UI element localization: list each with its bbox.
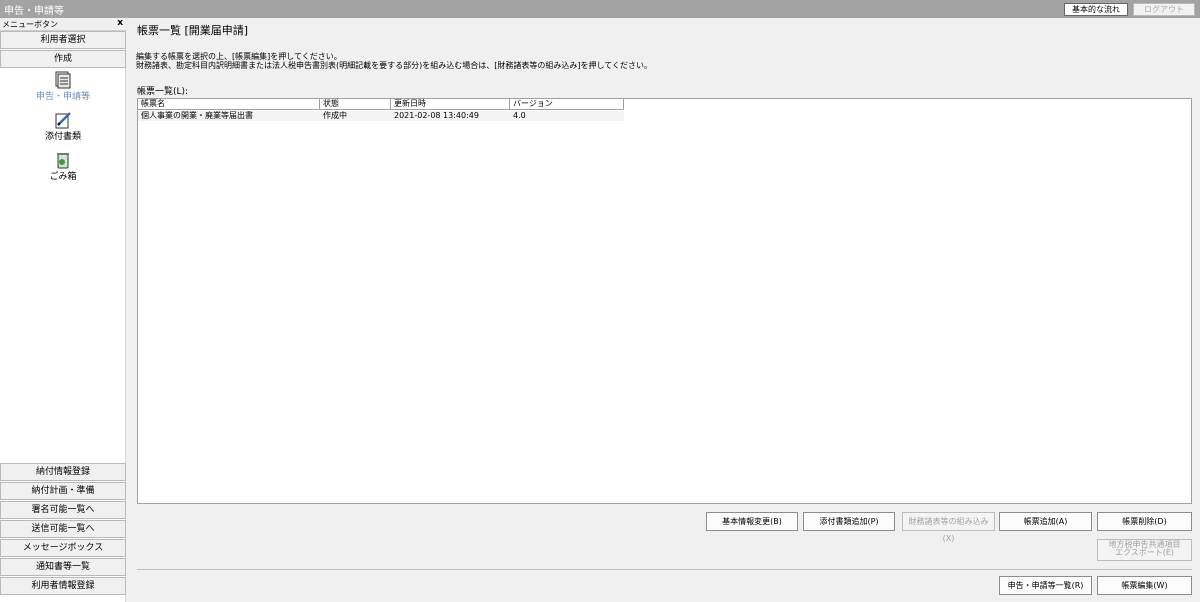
sidebar-item-label: ごみ箱 <box>49 172 77 182</box>
add-attachment-button[interactable]: 添付書類追加(P) <box>803 512 895 531</box>
row-name: 個人事業の開業・廃業等届出書 <box>141 111 253 120</box>
user-info-button[interactable]: 利用者情報登録 <box>0 577 126 595</box>
list-label: 帳票一覧(L): <box>137 87 189 97</box>
sidebar-item-label: 添付書類 <box>44 132 81 142</box>
table-row[interactable]: 個人事業の開業・廃業等届出書 作成中 2021-02-08 13:40:49 4… <box>138 111 624 121</box>
main-panel: 帳票一覧 [開業届申請] 編集する帳票を選択の上、[帳票編集]を押してください。… <box>127 18 1200 602</box>
sidebar-item-attachments[interactable]: 添付書類 <box>0 111 126 145</box>
financial-import-button[interactable]: 財務諸表等の組み込み(X) <box>902 512 995 543</box>
column-header-status[interactable]: 状態 <box>320 99 391 110</box>
message-box-button[interactable]: メッセージボックス <box>0 539 126 557</box>
trash-icon <box>57 153 69 169</box>
sendable-list-button[interactable]: 送信可能一覧へ <box>0 520 126 538</box>
menu-label: メニューボタン <box>2 20 58 29</box>
basic-flow-button[interactable]: 基本的な流れ <box>1064 3 1128 16</box>
edit-form-button[interactable]: 帳票編集(W) <box>1097 576 1192 595</box>
row-updated: 2021-02-08 13:40:49 <box>394 111 479 120</box>
delete-form-button[interactable]: 帳票削除(D) <box>1097 512 1192 531</box>
payment-info-button[interactable]: 納付情報登録 <box>0 463 126 481</box>
export-label-line2: エクスポート(E) <box>1114 548 1175 557</box>
page-title: 帳票一覧 [開業届申請] <box>137 24 249 37</box>
declaration-list-button[interactable]: 申告・申請等一覧(R) <box>999 576 1092 595</box>
signable-list-button[interactable]: 署名可能一覧へ <box>0 501 126 519</box>
row-version: 4.0 <box>513 111 526 120</box>
column-header-name[interactable]: 帳票名 <box>138 99 320 110</box>
column-header-version[interactable]: バージョン <box>510 99 624 110</box>
row-status: 作成中 <box>323 111 347 120</box>
document-stack-icon <box>55 71 71 89</box>
app-window: 申告・申請等 基本的な流れ ログアウト メニューボタン x 利用者選択 作成 申… <box>0 0 1200 602</box>
divider <box>137 569 1192 570</box>
sidebar-item-label: 申告・申請等 <box>35 92 90 102</box>
notice-list-button[interactable]: 通知書等一覧 <box>0 558 126 576</box>
add-form-button[interactable]: 帳票追加(A) <box>999 512 1092 531</box>
list-header: 帳票名 状態 更新日時 バージョン <box>138 99 624 110</box>
window-title: 申告・申請等 <box>4 6 64 17</box>
sidebar-item-trash[interactable]: ごみ箱 <box>0 151 126 185</box>
instruction-text: 財務諸表、勘定科目内訳明細書または法人税申告書別表(明細記載を要する部分)を組み… <box>136 61 652 70</box>
logout-button[interactable]: ログアウト <box>1133 3 1195 16</box>
payment-plan-button[interactable]: 納付計画・準備 <box>0 482 126 500</box>
title-bar: 申告・申請等 基本的な流れ ログアウト <box>0 0 1200 18</box>
sidebar-item-declaration[interactable]: 申告・申請等 <box>0 71 126 105</box>
close-icon[interactable]: x <box>117 18 123 28</box>
pen-document-icon <box>55 112 71 129</box>
local-tax-export-button[interactable]: 地方税申告共通項目 エクスポート(E) <box>1097 539 1192 561</box>
create-button[interactable]: 作成 <box>0 50 126 68</box>
column-header-updated[interactable]: 更新日時 <box>391 99 510 110</box>
user-select-button[interactable]: 利用者選択 <box>0 31 126 49</box>
form-list[interactable]: 帳票名 状態 更新日時 バージョン 個人事業の開業・廃業等届出書 作成中 202… <box>137 98 1192 504</box>
basic-info-change-button[interactable]: 基本情報変更(B) <box>706 512 798 531</box>
menu-header: メニューボタン x <box>0 18 126 31</box>
sidebar-menu: メニューボタン x 利用者選択 作成 申告・申請等 添付書類 ごみ箱 納付情報登… <box>0 18 126 602</box>
